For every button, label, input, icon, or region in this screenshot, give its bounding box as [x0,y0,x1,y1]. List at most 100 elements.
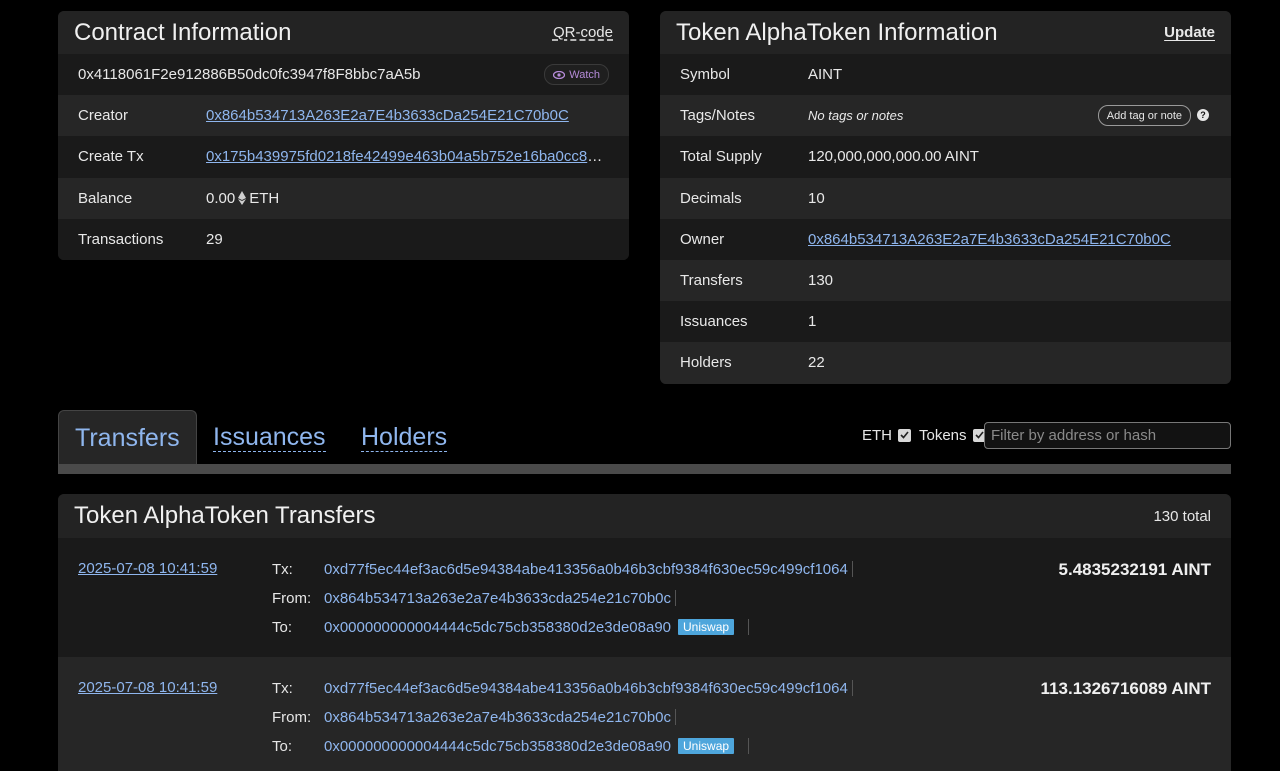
from-label: From: [272,708,312,726]
balance-value: 0.00 ETH [206,190,279,207]
holders-value: 22 [808,354,825,372]
tab-transfers[interactable]: Transfers [58,410,197,464]
eye-icon [553,70,566,79]
transfers-row: Transfers 130 [660,259,1231,302]
creator-label: Creator [78,107,129,125]
tab-underline [58,464,1231,474]
tags-label: Tags/Notes [680,107,756,125]
decimals-label: Decimals [680,189,742,207]
contract-info-title: Contract Information [74,18,292,46]
issuances-label: Issuances [680,313,748,331]
token-info-panel: Token AlphaToken Information Update Symb… [660,11,1231,384]
update-link[interactable]: Update [1164,24,1215,41]
contract-info-header: Contract Information QR-code [58,11,629,54]
symbol-value: AINT [808,66,843,84]
check-icon [974,431,984,439]
eth-filter-label: ETH [862,426,892,444]
eth-checkbox[interactable] [898,428,911,442]
create-tx-link[interactable]: 0x175b439975fd0218fe42499e463b04a5b752e1… [206,148,606,165]
transfer-amount: 113.1326716089 AINT [1040,679,1211,698]
contract-address: 0x4118061F2e912886B50dc0fc3947f8F8bbc7aA… [78,66,421,84]
divider [748,619,750,635]
divider [675,590,677,606]
transfer-date-link[interactable]: 2025-07-08 10:41:59 [78,560,217,577]
tab-issuances[interactable]: Issuances [213,410,326,464]
create-tx-label: Create Tx [78,148,144,166]
total-supply-value: 120,000,000,000.00 AINT [808,148,979,166]
filter-toggles: ETH Tokens [862,422,986,448]
total-supply-row: Total Supply 120,000,000,000.00 AINT [660,136,1231,178]
transfer-to-line: To: 0x000000000004444c5dc75cb358380d2e3d… [272,617,750,637]
watch-label: Watch [569,68,600,81]
to-address-link[interactable]: 0x000000000004444c5dc75cb358380d2e3de08a… [324,619,671,636]
token-info-title: Token AlphaToken Information [676,18,998,46]
ethereum-icon [238,190,247,205]
to-label: To: [272,737,293,755]
tx-label: Tx: [272,560,293,578]
transfer-item: 2025-07-08 10:41:59 Tx: 0xd77f5ec44ef3ac… [58,657,1231,771]
owner-label: Owner [680,230,725,248]
creator-address-link[interactable]: 0x864b534713A263E2a7E4b3633cDa254E21C70b… [206,107,569,124]
from-label: From: [272,589,312,607]
transfer-item: 2025-07-08 10:41:59 Tx: 0xd77f5ec44ef3ac… [58,538,1231,657]
transfer-to-line: To: 0x000000000004444c5dc75cb358380d2e3d… [272,736,750,756]
issuances-row: Issuances 1 [660,301,1231,343]
divider [748,738,750,754]
uniswap-badge: Uniswap [678,738,735,754]
holders-label: Holders [680,354,732,372]
creator-row: Creator 0x864b534713A263E2a7E4b3633cDa25… [58,95,629,137]
from-address-link[interactable]: 0x864b534713a263e2a7e4b3633cda254e21c70b… [324,590,671,607]
owner-address-link[interactable]: 0x864b534713A263E2a7E4b3633cDa254E21C70b… [808,231,1171,248]
transfers-panel: Token AlphaToken Transfers 130 total 202… [58,494,1231,771]
balance-label: Balance [78,189,133,207]
divider [851,561,853,577]
add-tag-button[interactable]: Add tag or note [1097,105,1191,127]
tags-row: Tags/Notes No tags or notes Add tag or n… [660,95,1231,137]
transfers-title: Token AlphaToken Transfers [74,502,376,529]
transfer-tx-line: Tx: 0xd77f5ec44ef3ac6d5e94384abe413356a0… [272,559,853,579]
balance-amount: 0.00 [206,189,236,207]
transactions-label: Transactions [78,230,164,248]
transfer-tx-line: Tx: 0xd77f5ec44ef3ac6d5e94384abe413356a0… [272,678,853,698]
holders-row: Holders 22 [660,342,1231,384]
transactions-value: 29 [206,230,223,248]
contract-info-panel: Contract Information QR-code 0x4118061F2… [58,11,629,260]
tx-label: Tx: [272,679,293,697]
transfer-date-link[interactable]: 2025-07-08 10:41:59 [78,679,217,696]
transactions-row: Transactions 29 [58,218,629,260]
divider [675,709,677,725]
to-label: To: [272,618,293,636]
watch-button[interactable]: Watch [544,64,609,85]
token-info-header: Token AlphaToken Information Update [660,11,1231,54]
tab-holders[interactable]: Holders [361,410,448,464]
from-address-link[interactable]: 0x864b534713a263e2a7e4b3633cda254e21c70b… [324,709,671,726]
tokens-filter-label: Tokens [919,426,967,444]
transfer-from-line: From: 0x864b534713a263e2a7e4b3633cda254e… [272,707,677,727]
create-tx-row: Create Tx 0x175b439975fd0218fe42499e463b… [58,136,629,178]
divider [851,680,853,696]
transfer-from-line: From: 0x864b534713a263e2a7e4b3633cda254e… [272,588,677,608]
to-address-link[interactable]: 0x000000000004444c5dc75cb358380d2e3de08a… [324,738,671,755]
symbol-row: Symbol AINT [660,54,1231,96]
transfer-amount: 5.4835232191 AINT [1058,560,1211,579]
contract-address-row: 0x4118061F2e912886B50dc0fc3947f8F8bbc7aA… [58,54,629,96]
balance-unit: ETH [249,189,280,207]
issuances-value: 1 [808,313,817,331]
symbol-label: Symbol [680,66,731,84]
tags-value: No tags or notes [808,108,904,124]
check-icon [900,431,909,439]
total-supply-label: Total Supply [680,148,762,166]
decimals-row: Decimals 10 [660,177,1231,219]
balance-row: Balance 0.00 ETH [58,177,629,219]
transfers-header: Token AlphaToken Transfers 130 total [58,494,1231,538]
transfers-label: Transfers [680,272,743,290]
tx-hash-link[interactable]: 0xd77f5ec44ef3ac6d5e94384abe413356a0b46b… [324,680,848,697]
transfers-value: 130 [808,272,834,290]
decimals-value: 10 [808,189,825,207]
question-icon[interactable]: ? [1197,109,1209,122]
qr-code-link[interactable]: QR-code [553,24,613,41]
tx-hash-link[interactable]: 0xd77f5ec44ef3ac6d5e94384abe413356a0b46b… [324,561,848,578]
uniswap-badge: Uniswap [678,619,735,635]
transfers-total: 130 total [1153,507,1211,525]
filter-input[interactable] [984,422,1231,449]
